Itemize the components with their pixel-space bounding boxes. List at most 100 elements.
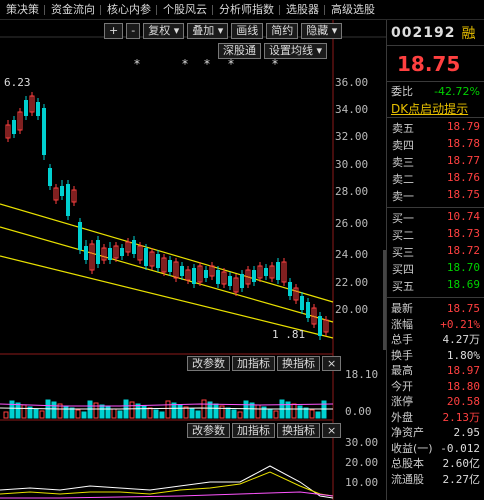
volume-bar <box>63 405 69 419</box>
set-ma-button[interactable]: 设置均线 ▾ <box>264 43 328 59</box>
chevron-down-icon: ▾ <box>313 44 323 57</box>
volume-bar <box>99 404 105 419</box>
candle-body <box>48 168 52 186</box>
stat-row: 今开 18.80 <box>387 379 484 395</box>
stat-value: 18.97 <box>446 364 480 377</box>
price-axis-label: 28.00 <box>335 185 369 198</box>
add-indicator-button[interactable]: 加指标 <box>232 356 275 371</box>
menu-item-1[interactable]: 资金流向 <box>45 0 101 20</box>
stat-row: 总手 4.27万 <box>387 332 484 348</box>
stat-value: 2.13万 <box>442 410 481 424</box>
order-label: 买二 <box>392 229 414 242</box>
candle-body <box>300 296 304 310</box>
candle-body <box>42 108 46 155</box>
order-book-asks: 卖五 18.79 卖四 18.78 卖三 18.77 卖二 18.76 卖一 18.75 <box>387 118 484 208</box>
volume-bar <box>303 407 309 419</box>
price-axis-label: 20.00 <box>335 303 369 316</box>
stat-value: 18.80 <box>446 379 480 393</box>
volume-bar <box>225 407 231 419</box>
deep-chip-button[interactable]: 深股通 <box>218 43 261 59</box>
order-book-row[interactable]: 买五 18.69 <box>387 278 484 295</box>
close-icon[interactable]: × <box>322 356 342 371</box>
menu-item-2[interactable]: 核心内参 <box>101 0 157 20</box>
volume-bar <box>9 400 15 419</box>
menu-item-3[interactable]: 个股风云 <box>157 0 213 20</box>
candle-body <box>276 262 280 280</box>
stat-row: 最新 18.75 <box>387 301 484 317</box>
kdj-axis-label: 10.00 <box>345 476 379 489</box>
order-label: 卖一 <box>392 190 414 203</box>
zoom-in-button[interactable]: + <box>104 23 124 39</box>
chart-toolbar-row2: 深股通 设置均线 ▾ <box>218 43 328 59</box>
zoom-out-button[interactable]: - <box>126 23 141 39</box>
candle-body <box>204 270 208 278</box>
adjust-button[interactable]: 复权 ▾ <box>143 23 185 39</box>
volume-bar <box>201 399 207 419</box>
chevron-down-icon: ▾ <box>328 24 338 37</box>
volume-bar <box>237 411 243 419</box>
candle-body <box>96 240 100 264</box>
swap-indicator-button[interactable]: 换指标 <box>277 356 320 371</box>
swap-indicator-button[interactable]: 换指标 <box>277 423 320 438</box>
simple-button[interactable]: 简约 <box>266 23 299 39</box>
order-label: 买五 <box>392 280 414 293</box>
price-axis-label: 34.00 <box>335 103 369 116</box>
candle-body <box>60 186 64 196</box>
stock-name: 融 <box>461 25 476 42</box>
channel-middle-line <box>0 226 334 323</box>
change-param-button[interactable]: 改参数 <box>187 356 230 371</box>
order-book-row[interactable]: 卖四 18.78 <box>387 137 484 154</box>
order-price: 18.69 <box>446 278 480 291</box>
draw-line-button[interactable]: 画线 <box>231 23 264 39</box>
volume-bar <box>255 404 261 419</box>
order-book-row[interactable]: 卖二 18.76 <box>387 171 484 188</box>
close-icon[interactable]: × <box>322 423 342 438</box>
change-param-button[interactable]: 改参数 <box>187 423 230 438</box>
stat-label: 最高 <box>391 364 413 377</box>
stat-label: 最新 <box>391 302 413 315</box>
order-label: 卖三 <box>392 156 414 169</box>
hide-button[interactable]: 隐藏 ▾ <box>301 23 343 39</box>
adjust-label: 复权 <box>148 24 171 37</box>
order-book-row[interactable]: 卖一 18.75 <box>387 188 484 205</box>
volume-bar <box>87 400 93 419</box>
order-book-row[interactable]: 买三 18.72 <box>387 244 484 261</box>
menu-item-0[interactable]: 策决策 <box>0 0 45 20</box>
stat-label: 今开 <box>391 379 413 393</box>
stock-code-row[interactable]: 002192 融 <box>387 20 484 46</box>
volume-bar <box>39 410 45 419</box>
candle-body <box>36 102 40 116</box>
volume-bar <box>81 411 87 419</box>
volume-bar <box>321 400 327 419</box>
volume-bar <box>165 400 171 419</box>
menu-item-6[interactable]: 高级选股 <box>325 0 381 20</box>
volume-bar <box>153 409 159 419</box>
weibi-label: 委比 <box>391 85 413 98</box>
order-book-row[interactable]: 买四 18.70 <box>387 261 484 278</box>
order-label: 卖二 <box>392 173 414 186</box>
order-book-row[interactable]: 买一 10.74 <box>387 210 484 227</box>
order-book-row[interactable]: 卖五 18.79 <box>387 120 484 137</box>
dk-alert-link[interactable]: DK点启动提示 <box>387 100 484 118</box>
overlay-button[interactable]: 叠加 ▾ <box>187 23 229 39</box>
candle-body <box>24 100 28 116</box>
candle-body <box>168 260 172 272</box>
order-book-row[interactable]: 买二 18.73 <box>387 227 484 244</box>
add-indicator-button[interactable]: 加指标 <box>232 423 275 438</box>
candle-body <box>318 316 322 336</box>
high-marker-label: 6.23 <box>4 76 31 89</box>
stat-row: 涨幅 +0.21% <box>387 317 484 333</box>
order-price: 18.79 <box>446 120 480 133</box>
volume-bar <box>135 403 141 419</box>
stat-row: 总股本 2.60亿 <box>387 456 484 472</box>
stat-value: +0.21% <box>440 317 480 331</box>
order-price: 18.75 <box>446 188 480 201</box>
candle-body <box>66 184 70 216</box>
menu-item-5[interactable]: 选股器 <box>280 0 325 20</box>
order-book-row[interactable]: 卖三 18.77 <box>387 154 484 171</box>
order-label: 买三 <box>392 246 414 259</box>
stat-label: 涨幅 <box>391 317 413 331</box>
menu-item-4[interactable]: 分析师指数 <box>213 0 280 20</box>
stat-row: 净资产 2.95 <box>387 425 484 441</box>
event-marker: * <box>134 57 140 71</box>
